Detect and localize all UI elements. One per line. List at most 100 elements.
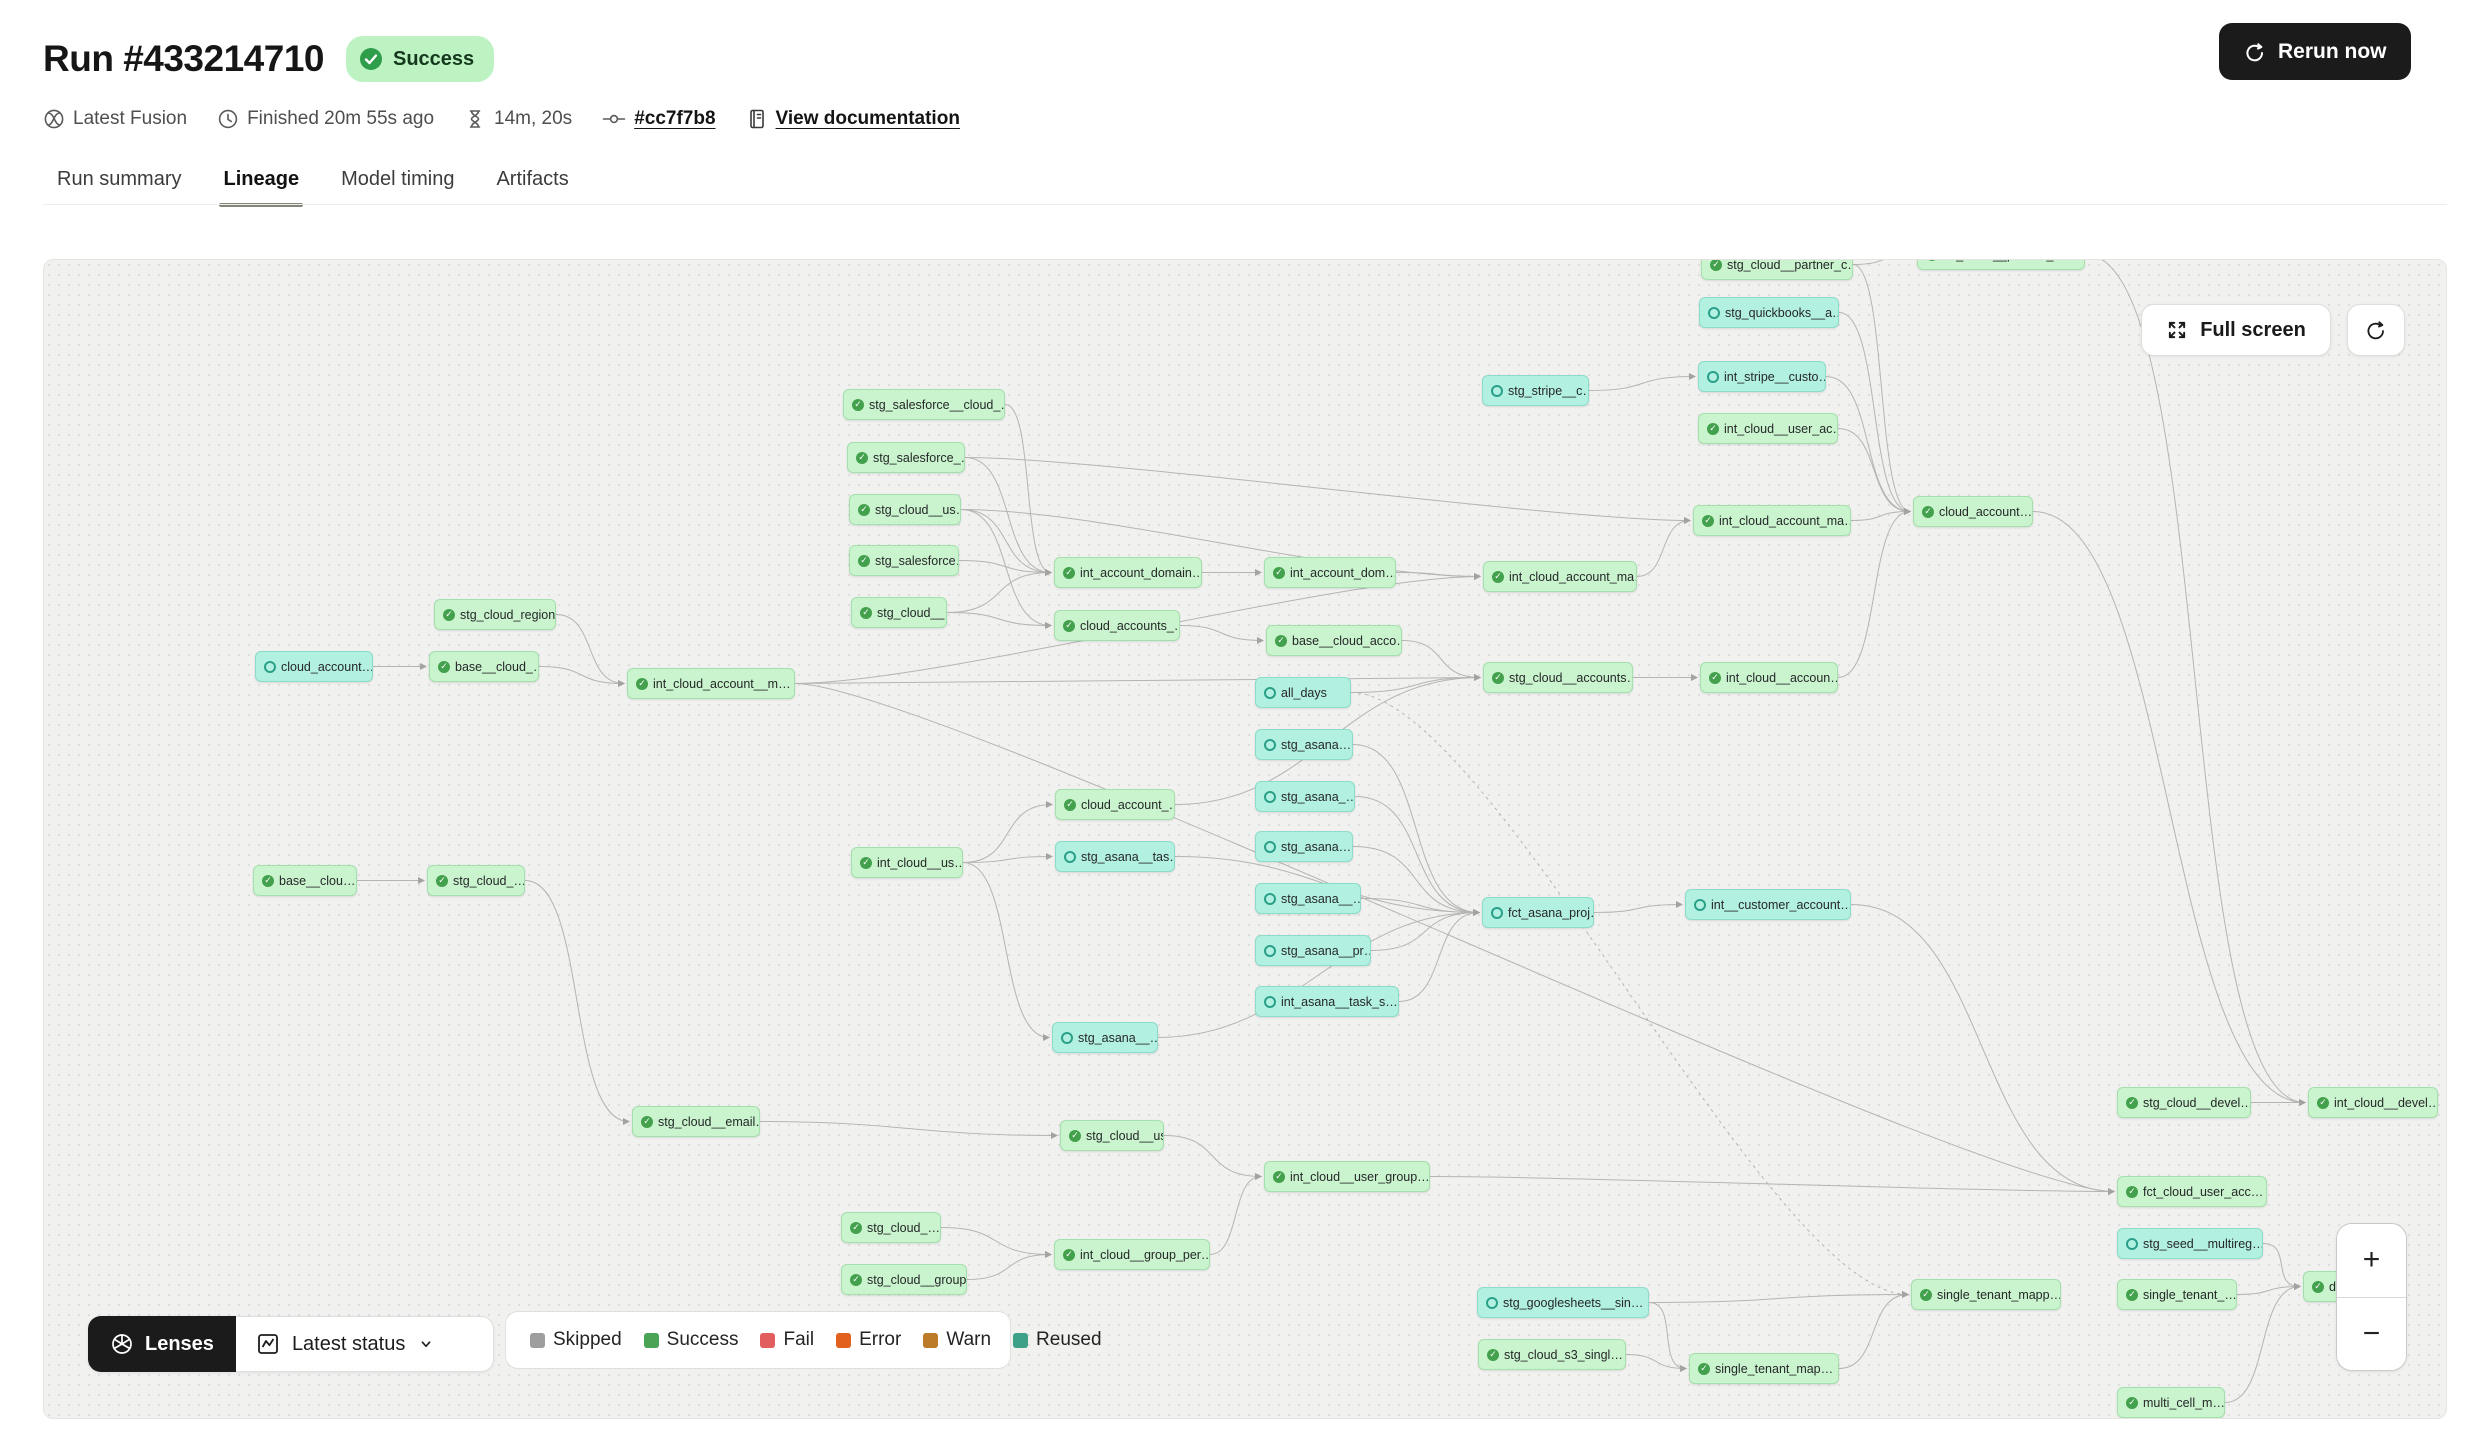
graph-node[interactable]: ✓int_account_dom…	[1264, 557, 1396, 588]
meta-commit: #cc7f7b8	[602, 108, 715, 130]
graph-node[interactable]: ✓stg_salesforce__cloud_…	[843, 389, 1005, 420]
node-label: fct_asana_proj…	[1508, 906, 1594, 920]
status-badge-label: Success	[393, 48, 474, 71]
graph-node[interactable]: ✓stg_cloud__us…	[849, 494, 961, 525]
graph-node[interactable]: stg_seed__multireg…	[2117, 1228, 2263, 1259]
graph-node[interactable]: ✓stg_cloud__…	[851, 597, 947, 628]
graph-node[interactable]: cloud_account…	[255, 651, 373, 682]
node-label: stg_cloud__partner_c…	[1727, 259, 1853, 272]
graph-node[interactable]: ✓stg_cloud__devel…	[2117, 1087, 2251, 1118]
graph-node[interactable]: ✓base__clou…	[253, 865, 357, 896]
graph-node[interactable]: stg_stripe__c…	[1482, 375, 1589, 406]
graph-node[interactable]: stg_googlesheets__sin…	[1477, 1287, 1649, 1318]
graph-node[interactable]: int_stripe__custo…	[1698, 361, 1826, 392]
graph-node[interactable]: ✓int_cloud_account__m…	[627, 668, 795, 699]
graph-node[interactable]: ✓stg_cloud_…	[427, 865, 525, 896]
node-reused-icon	[1486, 1297, 1498, 1309]
graph-node[interactable]: fct_asana_proj…	[1482, 897, 1594, 928]
graph-node[interactable]: ✓stg_cloud_s3_singl…	[1478, 1339, 1626, 1370]
lineage-edge	[1164, 1136, 1261, 1177]
node-label: stg_cloud__us…	[875, 503, 961, 517]
graph-node[interactable]: ✓cloud_account…	[1913, 496, 2033, 527]
node-success-icon: ✓	[860, 857, 872, 869]
lineage-edge	[1353, 847, 1479, 913]
graph-node[interactable]: ✓int_account_domain…	[1054, 557, 1202, 588]
graph-node[interactable]: ✓int_cloud__user_group…	[1264, 1161, 1430, 1192]
node-label: d	[2329, 1280, 2336, 1294]
legend-swatch	[644, 1333, 659, 1348]
fullscreen-button[interactable]: Full screen	[2141, 304, 2331, 356]
graph-node[interactable]: ✓int_cloud__user_ac…	[1698, 413, 1838, 444]
graph-node[interactable]: ✓multi_cell_m…	[2117, 1387, 2225, 1418]
graph-node[interactable]: ✓int_cloud__group_per…	[1054, 1239, 1210, 1270]
status-lens-dropdown[interactable]: Latest status	[236, 1316, 494, 1372]
node-label: single_tenant_mapp…	[1937, 1288, 2061, 1302]
lineage-edge	[2263, 1244, 2300, 1287]
graph-node[interactable]: ✓cloud_accounts_…	[1054, 610, 1180, 641]
rerun-now-button[interactable]: Rerun now	[2219, 23, 2411, 80]
graph-node[interactable]: ✓single_tenant_mapp…	[1911, 1279, 2061, 1310]
graph-node[interactable]: ✓stg_cloud__email…	[632, 1106, 760, 1137]
graph-node[interactable]: ✓int_cloud__partner_con…	[1917, 259, 2085, 270]
graph-node[interactable]: all_days	[1255, 677, 1351, 708]
graph-node[interactable]: ✓cloud_account_…	[1055, 789, 1175, 820]
refresh-graph-button[interactable]	[2347, 304, 2405, 356]
graph-node[interactable]: ✓stg_cloud__accounts…	[1483, 662, 1633, 693]
graph-node[interactable]: ✓int_cloud_account_ma…	[1483, 561, 1637, 592]
graph-node[interactable]: int_asana__task_s…	[1255, 986, 1399, 1017]
tab-run-summary[interactable]: Run summary	[57, 168, 181, 207]
node-success-icon: ✓	[1273, 567, 1285, 579]
lineage-edge	[2237, 1287, 2300, 1295]
graph-node[interactable]: ✓stg_cloud_region…	[434, 599, 556, 630]
node-success-icon: ✓	[443, 609, 455, 621]
graph-node[interactable]: stg_asana__…	[1052, 1022, 1158, 1053]
graph-node[interactable]: ✓stg_cloud__group…	[841, 1264, 967, 1295]
lineage-edge	[963, 857, 1052, 863]
zoom-in-button[interactable]: +	[2337, 1224, 2406, 1297]
graph-node[interactable]: stg_asana__pr…	[1255, 935, 1371, 966]
graph-node[interactable]: ✓stg_cloud_…	[841, 1212, 941, 1243]
tab-lineage[interactable]: Lineage	[223, 168, 299, 207]
graph-node[interactable]: stg_asana__tas…	[1055, 841, 1175, 872]
node-reused-icon	[1264, 739, 1276, 751]
graph-node[interactable]: ✓stg_salesforce_…	[847, 442, 965, 473]
graph-node[interactable]: ✓int_cloud_account_ma…	[1693, 505, 1851, 536]
graph-node[interactable]: stg_asana…	[1255, 831, 1353, 862]
legend-swatch	[1013, 1333, 1028, 1348]
graph-node[interactable]: ✓int_cloud__us…	[851, 847, 963, 878]
view-documentation-link[interactable]: View documentation	[776, 108, 960, 130]
graph-node[interactable]: ✓int_cloud__accoun…	[1700, 662, 1838, 693]
zoom-out-button[interactable]: −	[2337, 1298, 2406, 1371]
tab-model-timing[interactable]: Model timing	[341, 168, 454, 207]
node-reused-icon	[1264, 893, 1276, 905]
node-label: stg_seed__multireg…	[2143, 1237, 2263, 1251]
tab-artifacts[interactable]: Artifacts	[496, 168, 568, 207]
graph-node[interactable]: stg_quickbooks__a…	[1699, 297, 1839, 328]
commit-link[interactable]: #cc7f7b8	[634, 108, 715, 130]
graph-node[interactable]: ✓stg_cloud__us…	[1060, 1120, 1164, 1151]
fullscreen-label: Full screen	[2200, 319, 2306, 342]
graph-node[interactable]: ✓stg_cloud__partner_c…	[1701, 259, 1853, 280]
node-label: int_cloud_account__m…	[653, 677, 791, 691]
node-label: stg_cloud__group…	[867, 1273, 967, 1287]
lineage-canvas[interactable]: ✓stg_cloud__partner_c…✓int_cloud__partne…	[43, 259, 2447, 1419]
node-success-icon: ✓	[1707, 423, 1719, 435]
graph-node[interactable]: stg_asana__…	[1255, 883, 1361, 914]
lineage-edge	[1649, 1303, 1686, 1369]
node-success-icon: ✓	[641, 1116, 653, 1128]
graph-node[interactable]: int__customer_account…	[1685, 889, 1851, 920]
graph-node[interactable]: ✓int_cloud__devel…	[2308, 1087, 2438, 1118]
clock-icon	[217, 108, 239, 130]
lineage-edge	[1826, 377, 1910, 512]
graph-node[interactable]: ✓fct_cloud_user_acc…	[2117, 1176, 2267, 1207]
graph-node[interactable]: ✓stg_salesforce…	[849, 545, 959, 576]
node-success-icon: ✓	[2126, 1397, 2138, 1409]
graph-node[interactable]: ✓single_tenant_map…	[1689, 1353, 1839, 1384]
graph-node[interactable]: ✓base__cloud_acco…	[1266, 625, 1402, 656]
graph-node[interactable]: ✓single_tenant_…	[2117, 1279, 2237, 1310]
lenses-button[interactable]: Lenses	[88, 1316, 236, 1372]
lineage-edge	[947, 613, 1051, 626]
graph-node[interactable]: stg_asana_…	[1255, 781, 1355, 812]
graph-node[interactable]: stg_asana…	[1255, 729, 1353, 760]
graph-node[interactable]: ✓base__cloud_…	[429, 651, 539, 682]
